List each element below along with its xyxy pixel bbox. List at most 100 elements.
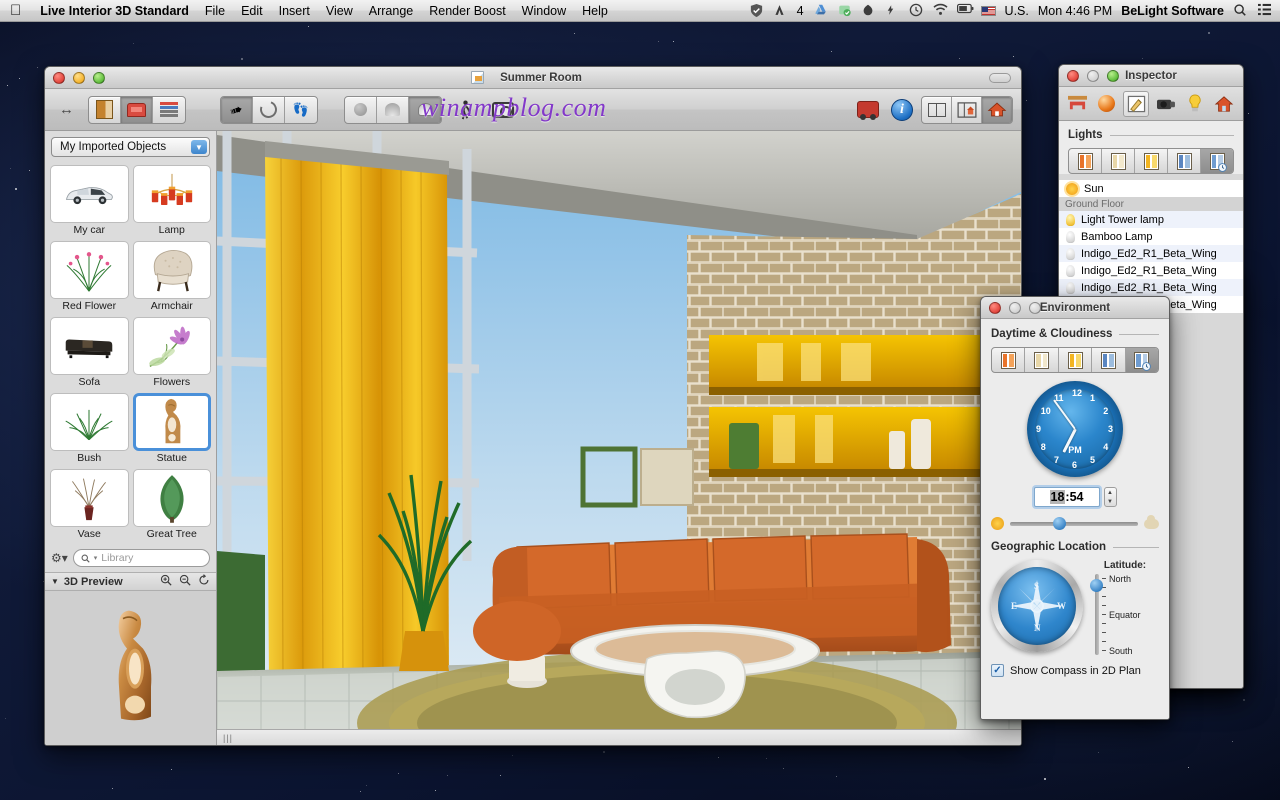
inspector-titlebar[interactable]: Inspector bbox=[1059, 65, 1243, 87]
bulb-on-icon[interactable] bbox=[1066, 214, 1075, 226]
time-input[interactable]: 18:54 bbox=[1034, 487, 1100, 507]
checkmark-icon[interactable]: ✓ bbox=[991, 664, 1004, 677]
tool-segmented-control[interactable]: ➠ 👣 bbox=[220, 96, 318, 124]
vase-thumbnail[interactable] bbox=[50, 469, 129, 527]
analog-clock[interactable]: 12 1 2 3 4 5 6 7 8 9 10 11 PM bbox=[1027, 381, 1123, 477]
list-icon[interactable] bbox=[153, 97, 185, 123]
show-compass-row[interactable]: ✓ Show Compass in 2D Plan bbox=[991, 664, 1159, 677]
search-input[interactable]: ▾ Library bbox=[73, 549, 210, 567]
preview-header[interactable]: ▼ 3D Preview bbox=[45, 572, 216, 591]
list-item[interactable]: Indigo_Ed2_R1_Beta_Wing bbox=[1059, 245, 1243, 262]
main-window-titlebar[interactable]: Summer Room bbox=[45, 67, 1021, 89]
menu-file[interactable]: File bbox=[197, 0, 233, 22]
time-stepper[interactable]: ▲ ▼ bbox=[1104, 487, 1117, 507]
arrow-cursor-icon[interactable]: ➠ bbox=[221, 97, 253, 123]
list-item[interactable]: Great Tree bbox=[133, 469, 212, 543]
sofa-thumbnail[interactable] bbox=[50, 317, 129, 375]
input-locale[interactable]: U.S. bbox=[1005, 4, 1029, 18]
window-mode-4[interactable] bbox=[1168, 149, 1201, 173]
orbit-icon[interactable] bbox=[253, 97, 285, 123]
chandelier-thumbnail[interactable] bbox=[133, 165, 212, 223]
window-mode-1[interactable] bbox=[1069, 149, 1102, 173]
list-item[interactable]: Flowers bbox=[133, 317, 212, 391]
search-icon[interactable] bbox=[1233, 3, 1248, 18]
adobe-icon[interactable] bbox=[773, 3, 788, 18]
list-item[interactable]: Indigo_Ed2_R1_Beta_Wing bbox=[1059, 279, 1243, 296]
gear-icon[interactable]: ⚙▾ bbox=[51, 551, 68, 565]
plan-house-icon[interactable] bbox=[952, 97, 982, 123]
evernote-icon[interactable] bbox=[861, 3, 876, 18]
zoom-out-icon[interactable] bbox=[179, 574, 191, 589]
daytime-mode-buttons[interactable] bbox=[991, 347, 1159, 373]
list-item[interactable]: Red Flower bbox=[50, 241, 129, 315]
list-item[interactable]: My car bbox=[50, 165, 129, 239]
wifi-icon[interactable] bbox=[933, 3, 948, 18]
bulb-off-icon[interactable] bbox=[1066, 265, 1075, 277]
cloudiness-slider[interactable] bbox=[1010, 522, 1138, 526]
cloudiness-slider-knob[interactable] bbox=[1053, 517, 1066, 530]
list-item[interactable]: Light Tower lamp bbox=[1059, 211, 1243, 228]
list-item[interactable]: Bush bbox=[50, 393, 129, 467]
stepper-down-icon[interactable]: ▼ bbox=[1105, 497, 1116, 506]
menu-window[interactable]: Window bbox=[514, 0, 574, 22]
library-popup-button[interactable]: My Imported Objects ▼ bbox=[51, 137, 210, 157]
zoom-in-icon[interactable] bbox=[160, 574, 172, 589]
car-thumbnail[interactable] bbox=[50, 165, 129, 223]
viewport-3d[interactable]: ||| bbox=[217, 131, 1021, 745]
rotate-icon[interactable] bbox=[198, 574, 210, 589]
dropbox-icon[interactable] bbox=[837, 3, 852, 18]
split-view-icon[interactable] bbox=[922, 97, 952, 123]
window-mode-time[interactable] bbox=[1201, 149, 1233, 173]
menu-render-boost[interactable]: Render Boost bbox=[421, 0, 513, 22]
shield-icon[interactable] bbox=[749, 3, 764, 18]
latitude-slider[interactable] bbox=[1095, 574, 1099, 655]
bulb-off-icon[interactable] bbox=[1066, 248, 1075, 260]
menu-insert[interactable]: Insert bbox=[271, 0, 318, 22]
stepper-up-icon[interactable]: ▲ bbox=[1105, 488, 1116, 497]
statue-thumbnail[interactable] bbox=[133, 393, 212, 451]
resize-arrows-icon[interactable]: ↔ bbox=[53, 101, 80, 118]
mode-segmented-control[interactable] bbox=[88, 96, 186, 124]
list-item-selected[interactable]: Statue bbox=[133, 393, 212, 467]
building-icon[interactable] bbox=[89, 97, 121, 123]
sphere-icon[interactable] bbox=[1094, 91, 1120, 117]
menu-edit[interactable]: Edit bbox=[233, 0, 271, 22]
menubar-user[interactable]: BeLight Software bbox=[1121, 4, 1224, 18]
compass-rose-icon[interactable]: S N E W bbox=[991, 560, 1083, 652]
list-item[interactable]: Armchair bbox=[133, 241, 212, 315]
flowers-thumbnail[interactable] bbox=[133, 317, 212, 375]
view-segmented-control[interactable] bbox=[921, 96, 1013, 124]
bulb-off-icon[interactable] bbox=[1066, 231, 1075, 243]
house-icon[interactable] bbox=[1211, 91, 1237, 117]
sunset-mode[interactable] bbox=[1059, 348, 1092, 372]
chevron-down-icon[interactable]: ▼ bbox=[191, 140, 207, 154]
flash-icon[interactable] bbox=[885, 3, 900, 18]
lightbulb-icon[interactable] bbox=[1182, 91, 1208, 117]
window-mode-3[interactable] bbox=[1135, 149, 1168, 173]
apple-icon[interactable]:  bbox=[10, 3, 21, 18]
resize-grip-icon[interactable]: ||| bbox=[223, 733, 233, 743]
red-flower-thumbnail[interactable] bbox=[50, 241, 129, 299]
bush-thumbnail[interactable] bbox=[50, 393, 129, 451]
list-item[interactable]: Indigo_Ed2_R1_Beta_Wing bbox=[1059, 262, 1243, 279]
battery-icon[interactable] bbox=[957, 3, 972, 18]
sphere-shaded-icon[interactable] bbox=[377, 97, 409, 123]
tree-thumbnail[interactable] bbox=[133, 469, 212, 527]
timemachine-icon[interactable] bbox=[909, 3, 924, 18]
inspector-tabs[interactable] bbox=[1059, 87, 1243, 121]
list-item[interactable]: Vase bbox=[50, 469, 129, 543]
moving-truck-icon[interactable] bbox=[853, 96, 883, 124]
bulb-off-icon[interactable] bbox=[1066, 282, 1075, 294]
menubar-clock[interactable]: Mon 4:46 PM bbox=[1038, 4, 1112, 18]
toolbar-toggle-button[interactable] bbox=[989, 73, 1011, 83]
dawn-mode[interactable] bbox=[992, 348, 1025, 372]
furniture-icon[interactable] bbox=[1065, 91, 1091, 117]
day-mode[interactable] bbox=[1025, 348, 1058, 372]
footsteps-icon[interactable]: 👣 bbox=[285, 97, 317, 123]
night-mode[interactable] bbox=[1092, 348, 1125, 372]
list-item[interactable]: Lamp bbox=[133, 165, 212, 239]
list-item[interactable]: Sun bbox=[1059, 180, 1243, 197]
menu-view[interactable]: View bbox=[318, 0, 361, 22]
environment-titlebar[interactable]: Environment bbox=[981, 297, 1169, 319]
house-icon[interactable] bbox=[982, 97, 1012, 123]
